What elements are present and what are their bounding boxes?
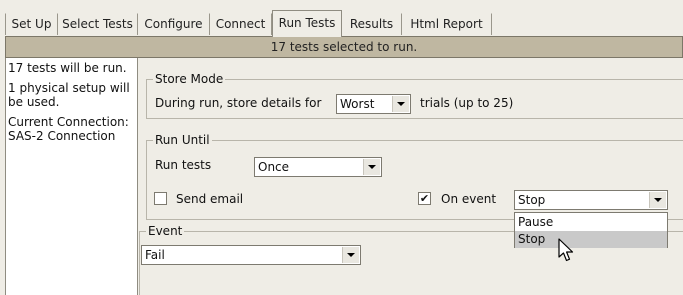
chevron-down-icon[interactable]: [392, 96, 409, 112]
tab-select-tests[interactable]: Select Tests: [58, 13, 138, 35]
store-details-label: During run, store details for: [155, 96, 322, 110]
tab-set-up[interactable]: Set Up: [5, 13, 58, 35]
on-event-value: Stop: [518, 193, 546, 207]
dropdown-option-pause[interactable]: Pause: [515, 214, 667, 231]
run-tests-label: Run tests: [155, 158, 212, 172]
trials-label: trials (up to 25): [420, 96, 514, 110]
run-info-panel: 17 tests will be run. 1 physical setup w…: [5, 58, 138, 295]
send-email-label: Send email: [176, 192, 244, 206]
chevron-down-icon[interactable]: [363, 159, 380, 175]
send-email-checkbox[interactable]: [154, 192, 167, 205]
on-event-checkbox[interactable]: ✔: [418, 192, 431, 205]
physical-setup-text: 1 physical setup will be used.: [8, 81, 130, 109]
current-connection-text: Current Connection: SAS-2 Connection: [8, 115, 129, 143]
store-mode-legend: Store Mode: [153, 72, 226, 86]
tab-configure[interactable]: Configure: [138, 13, 210, 35]
tab-run-tests[interactable]: Run Tests: [272, 10, 342, 37]
mouse-pointer-icon: [558, 238, 574, 262]
selection-status-bar: 17 tests selected to run.: [5, 36, 683, 58]
run-tests-value: Once: [258, 160, 290, 174]
run-until-legend: Run Until: [153, 133, 212, 147]
tab-html-report[interactable]: Html Report: [402, 13, 492, 35]
tab-connect[interactable]: Connect: [210, 13, 272, 35]
store-mode-select[interactable]: Worst: [336, 94, 411, 114]
event-select[interactable]: Fail: [141, 245, 361, 265]
tests-count-text: 17 tests will be run.: [8, 61, 127, 75]
tab-bar: Set Up Select Tests Configure Connect Ru…: [0, 0, 683, 37]
chevron-down-icon[interactable]: [342, 247, 359, 263]
event-legend: Event: [146, 224, 185, 238]
store-mode-value: Worst: [340, 97, 375, 111]
on-event-label: On event: [441, 192, 497, 206]
event-value: Fail: [145, 248, 165, 262]
on-event-select[interactable]: Stop: [514, 190, 668, 210]
tab-results[interactable]: Results: [342, 13, 402, 35]
on-event-dropdown-list: Pause Stop: [514, 212, 668, 248]
chevron-down-icon[interactable]: [649, 192, 666, 208]
run-tests-select[interactable]: Once: [254, 157, 382, 177]
dropdown-option-stop[interactable]: Stop: [515, 231, 667, 248]
